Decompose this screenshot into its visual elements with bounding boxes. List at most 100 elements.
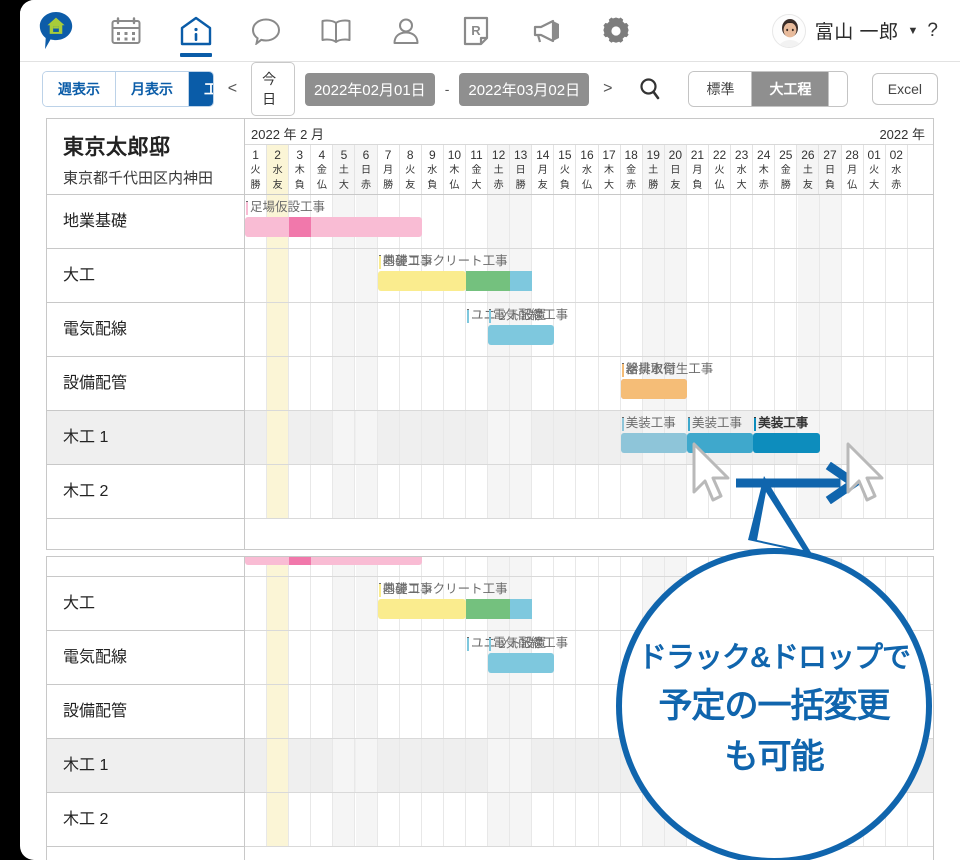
gantt-cell[interactable] xyxy=(267,793,289,846)
gantt-cell[interactable] xyxy=(599,557,621,576)
gantt-cell[interactable] xyxy=(466,465,488,518)
gantt-cell[interactable] xyxy=(510,465,532,518)
gantt-cell[interactable] xyxy=(245,411,267,464)
gantt-cell[interactable] xyxy=(886,303,908,356)
gantt-cell[interactable] xyxy=(378,793,400,846)
gantt-cell[interactable] xyxy=(400,739,422,792)
gantt-cell[interactable] xyxy=(356,249,378,302)
gantt-cell[interactable] xyxy=(621,303,643,356)
gantt-cell[interactable] xyxy=(753,195,775,248)
calendar-day-22[interactable]: 22火仏 xyxy=(709,145,731,194)
gantt-cell[interactable] xyxy=(775,303,797,356)
calendar-day-25[interactable]: 25金勝 xyxy=(775,145,797,194)
calendar-day-1[interactable]: 1火勝 xyxy=(245,145,267,194)
gantt-cell[interactable] xyxy=(577,195,599,248)
gantt-cell[interactable] xyxy=(333,249,355,302)
calendar-day-14[interactable]: 14月友 xyxy=(532,145,554,194)
calendar-day-18[interactable]: 18金赤 xyxy=(621,145,643,194)
calendar-day-27[interactable]: 27日負 xyxy=(819,145,841,194)
gantt-row-label-main-2[interactable]: 電気配線 xyxy=(47,303,244,357)
calendar-day-24[interactable]: 24木赤 xyxy=(753,145,775,194)
gantt-cell[interactable] xyxy=(577,631,599,684)
calendar-day-3[interactable]: 3木負 xyxy=(289,145,311,194)
gantt-cell[interactable] xyxy=(444,739,466,792)
gantt-cell[interactable] xyxy=(422,357,444,410)
gantt-cell[interactable] xyxy=(820,303,842,356)
gantt-cell[interactable] xyxy=(267,685,289,738)
gantt-cell[interactable] xyxy=(356,793,378,846)
gantt-cell[interactable] xyxy=(798,357,820,410)
prev-period-button[interactable]: < xyxy=(224,80,241,98)
gantt-cell[interactable] xyxy=(554,577,576,630)
gantt-cell[interactable] xyxy=(466,739,488,792)
gantt-cell[interactable] xyxy=(245,631,267,684)
gantt-cell[interactable] xyxy=(643,557,665,576)
gantt-cell[interactable] xyxy=(422,793,444,846)
gantt-cell[interactable] xyxy=(378,631,400,684)
gantt-cell[interactable] xyxy=(422,465,444,518)
gantt-cell[interactable] xyxy=(356,577,378,630)
gantt-cell[interactable] xyxy=(245,685,267,738)
calendar-day-02[interactable]: 02水赤 xyxy=(886,145,908,194)
gantt-cell[interactable] xyxy=(245,465,267,518)
gantt-cell[interactable] xyxy=(289,739,311,792)
gantt-cell[interactable] xyxy=(245,793,267,846)
gantt-cell[interactable] xyxy=(289,465,311,518)
calendar-day-13[interactable]: 13日勝 xyxy=(510,145,532,194)
gantt-cell[interactable] xyxy=(444,195,466,248)
gantt-cell[interactable] xyxy=(532,411,554,464)
calendar-day-12[interactable]: 12土赤 xyxy=(488,145,510,194)
gantt-cell[interactable] xyxy=(510,195,532,248)
gantt-bar[interactable] xyxy=(378,271,466,291)
gantt-cell[interactable] xyxy=(356,631,378,684)
gantt-bar[interactable] xyxy=(621,433,687,453)
gantt-cell[interactable] xyxy=(621,557,643,576)
nav-chat[interactable] xyxy=(244,9,288,53)
calendar-day-01[interactable]: 01火大 xyxy=(864,145,886,194)
date-from-field[interactable]: 2022年02月01日 xyxy=(305,73,435,106)
gantt-cell[interactable] xyxy=(731,357,753,410)
gantt-cell[interactable] xyxy=(378,357,400,410)
gantt-cell[interactable] xyxy=(510,685,532,738)
gantt-cell[interactable] xyxy=(267,357,289,410)
gantt-cell[interactable] xyxy=(577,303,599,356)
gantt-cell[interactable] xyxy=(400,685,422,738)
gantt-cell[interactable] xyxy=(886,411,908,464)
gantt-cell[interactable] xyxy=(289,685,311,738)
gantt-cell[interactable] xyxy=(510,557,532,576)
gantt-cell[interactable] xyxy=(378,411,400,464)
gantt-cell[interactable] xyxy=(356,685,378,738)
gantt-cell[interactable] xyxy=(466,793,488,846)
gantt-cell[interactable] xyxy=(333,739,355,792)
gantt-row-label-sub-0[interactable]: 地業基礎 xyxy=(47,556,244,577)
gantt-cell[interactable] xyxy=(687,195,709,248)
gantt-cell[interactable] xyxy=(400,303,422,356)
gantt-cell[interactable] xyxy=(687,303,709,356)
gantt-cell[interactable] xyxy=(599,793,621,846)
gantt-row-label-main-4[interactable]: 木工 1 xyxy=(47,411,244,465)
gantt-cell[interactable] xyxy=(488,557,510,576)
gantt-cell[interactable] xyxy=(577,411,599,464)
gantt-cell[interactable] xyxy=(422,195,444,248)
gantt-cell[interactable] xyxy=(532,793,554,846)
gantt-cell[interactable] xyxy=(444,557,466,576)
gantt-cell[interactable] xyxy=(488,465,510,518)
gantt-cell[interactable] xyxy=(466,357,488,410)
gantt-row-label-main-1[interactable]: 大工 xyxy=(47,249,244,303)
gantt-row-label-sub-5[interactable]: 木工 2 xyxy=(47,793,244,847)
calendar-day-17[interactable]: 17木大 xyxy=(599,145,621,194)
nav-report[interactable]: R xyxy=(454,9,498,53)
gantt-cell[interactable] xyxy=(422,411,444,464)
calendar-day-2[interactable]: 2水友 xyxy=(267,145,289,194)
gantt-cell[interactable] xyxy=(422,739,444,792)
gantt-cell[interactable] xyxy=(356,739,378,792)
gantt-bar[interactable] xyxy=(488,653,554,673)
help-icon[interactable]: ? xyxy=(927,20,938,42)
gantt-cell[interactable] xyxy=(798,249,820,302)
gantt-cell[interactable] xyxy=(333,793,355,846)
gantt-cell[interactable] xyxy=(532,195,554,248)
scale-site[interactable]: 現場 xyxy=(829,72,847,106)
gantt-cell[interactable] xyxy=(333,465,355,518)
gantt-cell[interactable] xyxy=(422,685,444,738)
gantt-cell[interactable] xyxy=(532,249,554,302)
